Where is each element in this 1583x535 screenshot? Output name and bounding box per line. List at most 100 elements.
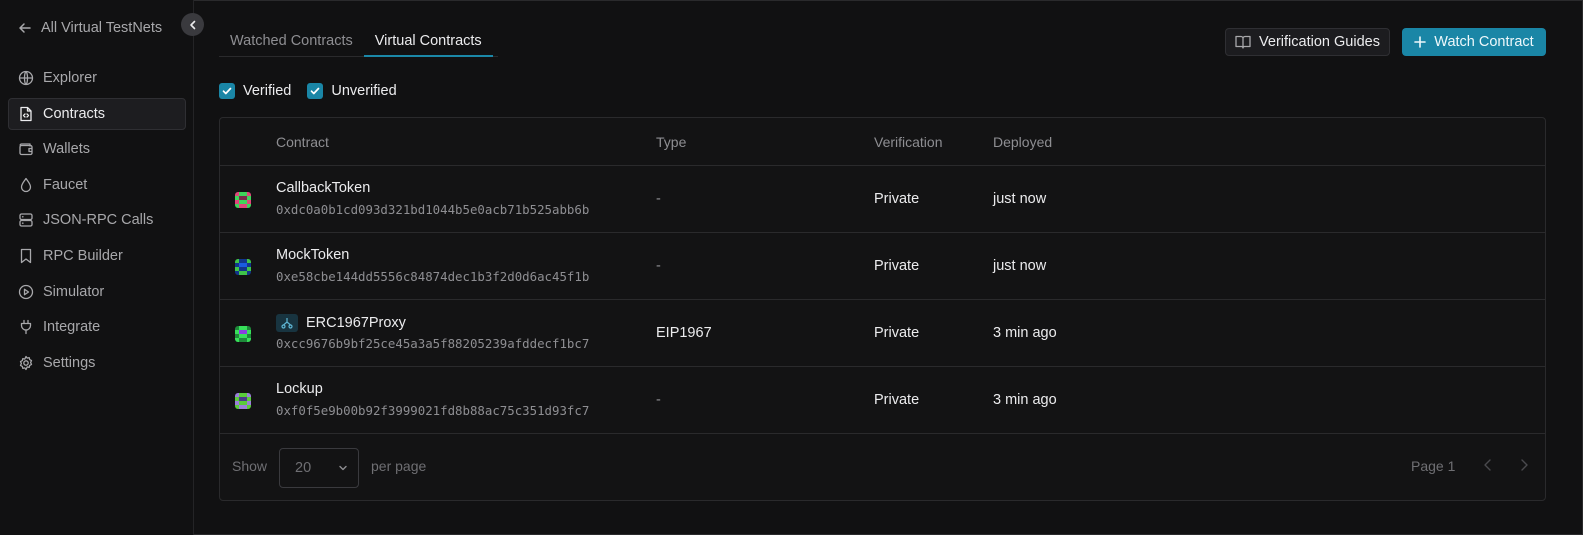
wallet-icon (19, 143, 33, 156)
contracts-table: Contract Type Verification Deployed Call… (219, 117, 1546, 501)
verification-guides-label: Verification Guides (1259, 34, 1380, 50)
sidebar-item-label: Simulator (43, 283, 105, 300)
check-icon (311, 87, 320, 95)
contract-identicon (235, 192, 251, 208)
server-icon (19, 213, 33, 228)
table-pagination: Show 20 per page Page 1 (220, 434, 1545, 502)
deployed-time: 3 min ago (993, 325, 1057, 341)
table-header: Contract Type Verification Deployed (220, 118, 1545, 166)
contract-type: - (656, 392, 661, 408)
back-label: All Virtual TestNets (41, 20, 163, 36)
contract-identicon (235, 326, 251, 342)
contract-name[interactable]: Lockup (276, 381, 323, 397)
checkbox-box[interactable] (219, 83, 235, 99)
proxy-icon (281, 318, 293, 329)
previous-page-button[interactable] (1482, 458, 1494, 475)
page-indicator: Page 1 (1411, 458, 1456, 474)
verification-status: Private (874, 191, 920, 207)
chevron-right-icon (1521, 459, 1528, 471)
column-header-deployed[interactable]: Deployed (993, 134, 1052, 150)
unverified-label: Unverified (331, 83, 397, 99)
verified-checkbox[interactable]: Verified (219, 83, 291, 99)
next-page-button[interactable] (1518, 458, 1530, 475)
contract-identicon (235, 393, 251, 409)
bookmark-icon (20, 248, 32, 264)
sidebar-item-wallets[interactable]: Wallets (8, 133, 186, 165)
sidebar-item-label: Faucet (43, 176, 88, 193)
sidebar-item-settings[interactable]: Settings (8, 347, 186, 379)
show-label: Show (232, 458, 268, 474)
column-header-contract[interactable]: Contract (276, 134, 329, 150)
sidebar-item-contracts[interactable]: Contracts (8, 97, 186, 130)
table-row[interactable]: CallbackToken 0xdc0a0b1cd093d321bd1044b5… (220, 166, 1545, 233)
checkbox-box[interactable] (307, 83, 324, 99)
column-header-verification[interactable]: Verification (874, 134, 942, 150)
contract-type: - (656, 191, 661, 207)
contract-name[interactable]: MockToken (276, 247, 349, 263)
deployed-time: just now (993, 191, 1047, 207)
identicon-pixel (247, 338, 251, 342)
file-code-icon (20, 106, 32, 121)
sidebar-item-integrate[interactable]: Integrate (8, 311, 186, 343)
sidebar-item-label: RPC Builder (43, 247, 123, 264)
play-circle-icon (18, 284, 34, 299)
sidebar-item-explorer[interactable]: Explorer (8, 62, 186, 94)
contract-address: 0xdc0a0b1cd093d321bd1044b5e0acb71b525abb… (276, 202, 590, 217)
sidebar-item-label: Explorer (43, 70, 97, 86)
watch-contract-button[interactable]: Watch Contract (1402, 28, 1546, 56)
unverified-checkbox[interactable]: Unverified (307, 83, 397, 99)
back-to-testnets-link[interactable]: All Virtual TestNets (18, 20, 162, 36)
contract-tabs: Watched Contracts Virtual Contracts (219, 27, 498, 57)
check-icon (222, 87, 232, 95)
gear-icon (19, 355, 33, 370)
main-content: Watched Contracts Virtual Contracts Veri… (195, 0, 1583, 535)
contract-address: 0xcc9676b9bf25ce45a3a5f88205239afddecf1b… (276, 336, 590, 351)
identicon-pixel (247, 271, 251, 275)
identicon-pixel (247, 204, 251, 208)
contract-address: 0xe58cbe144dd5556c84874dec1b3f2d0d6ac45f… (276, 269, 590, 284)
contract-type: - (656, 258, 661, 274)
per-page-select[interactable]: 20 (279, 448, 359, 488)
tab-virtual-contracts[interactable]: Virtual Contracts (363, 27, 493, 57)
proxy-badge (276, 314, 298, 332)
verification-status: Private (874, 325, 920, 341)
verification-guides-button[interactable]: Verification Guides (1225, 28, 1390, 56)
identicon-pixel (247, 405, 251, 409)
arrow-left-icon (19, 23, 31, 33)
sidebar-item-simulator[interactable]: Simulator (8, 276, 186, 308)
deployed-time: 3 min ago (993, 392, 1057, 408)
sidebar-item-rpc-builder[interactable]: RPC Builder (8, 240, 186, 272)
chevron-down-icon (339, 465, 347, 471)
sidebar-item-label: Integrate (43, 319, 101, 336)
contract-name-text: ERC1967Proxy (306, 315, 406, 331)
sidebar: All Virtual TestNets Explorer Contracts … (0, 0, 194, 535)
sidebar-item-json-rpc-calls[interactable]: JSON-RPC Calls (8, 204, 186, 236)
table-row[interactable]: Lockup 0xf0f5e9b00b92f3999021fd8b88ac75c… (220, 367, 1545, 434)
sidebar-item-label: Wallets (43, 141, 90, 158)
table-row[interactable]: ERC1967Proxy 0xcc9676b9bf25ce45a3a5f8820… (220, 300, 1545, 367)
sidebar-item-label: Settings (43, 354, 96, 371)
globe-icon (18, 70, 34, 86)
contract-name[interactable]: CallbackToken (276, 180, 370, 196)
sidebar-item-label: Contracts (43, 105, 106, 122)
column-header-type[interactable]: Type (656, 134, 686, 150)
deployed-time: just now (993, 258, 1047, 274)
contract-name[interactable]: ERC1967Proxy (276, 314, 406, 332)
contract-address: 0xf0f5e9b00b92f3999021fd8b88ac75c351d93f… (276, 403, 590, 418)
sidebar-nav: Explorer Contracts Wallets Faucet JSON-R… (8, 62, 186, 382)
plug-icon (20, 320, 32, 335)
collapse-sidebar-button[interactable] (181, 13, 204, 36)
table-row[interactable]: MockToken 0xe58cbe144dd5556c84874dec1b3f… (220, 233, 1545, 300)
verified-label: Verified (243, 83, 292, 99)
plus-icon (1414, 36, 1427, 48)
verification-status: Private (874, 392, 920, 408)
chevron-left-icon (1484, 459, 1491, 471)
sidebar-item-label: JSON-RPC Calls (43, 212, 154, 229)
verification-status: Private (874, 258, 920, 274)
watch-contract-label: Watch Contract (1434, 34, 1534, 50)
contract-name-text: MockToken (276, 247, 350, 263)
contract-type: EIP1967 (656, 325, 712, 341)
verification-filters: Verified Unverified (219, 83, 397, 99)
tab-watched-contracts[interactable]: Watched Contracts (219, 27, 364, 57)
sidebar-item-faucet[interactable]: Faucet (8, 169, 186, 201)
